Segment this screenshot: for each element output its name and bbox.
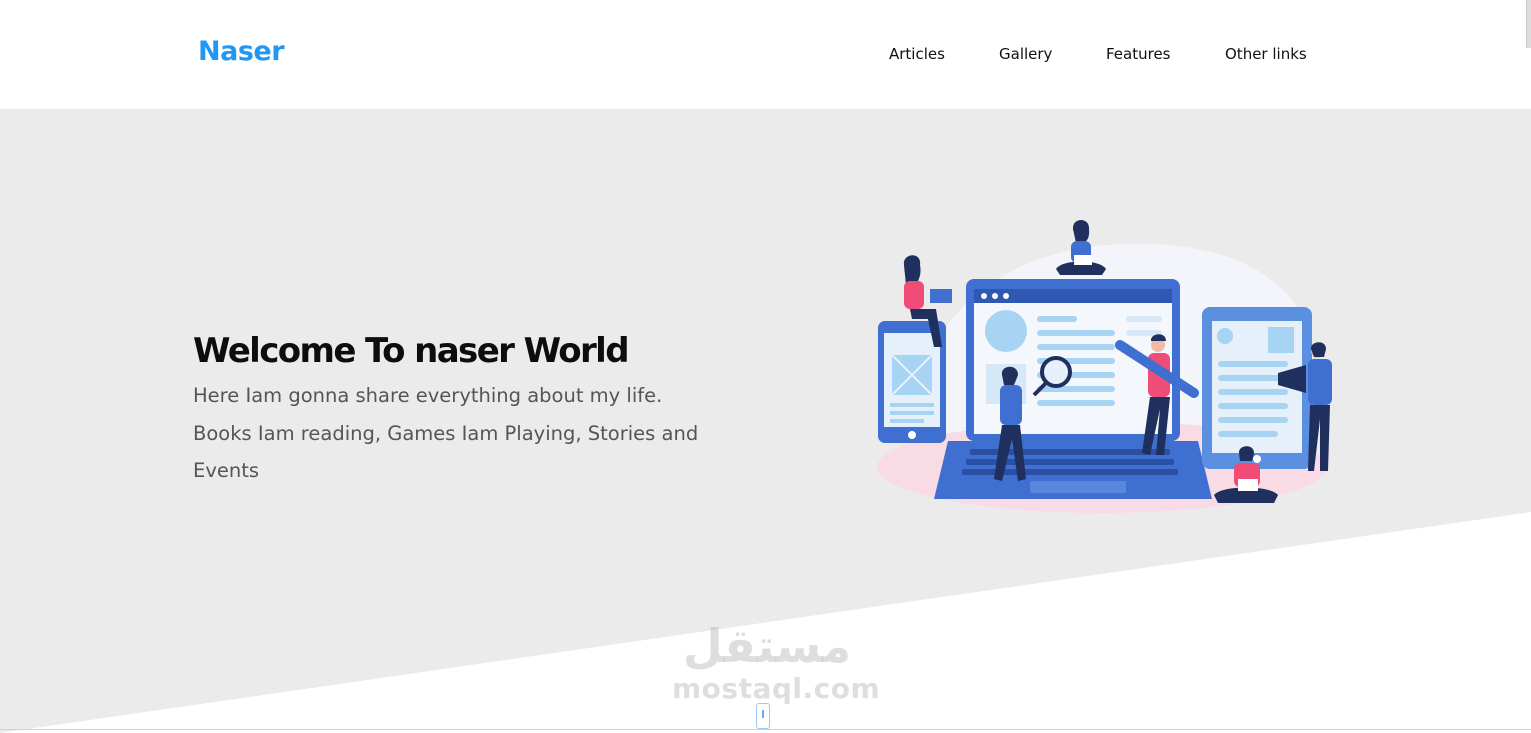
site-logo[interactable]: Naser: [198, 36, 285, 67]
nav-link-features[interactable]: Features: [1106, 45, 1171, 63]
hero-description: Here Iam gonna share everything about my…: [193, 384, 699, 482]
hero-title: Welcome To naser World: [193, 331, 630, 371]
nav-link-other-links[interactable]: Other links: [1225, 45, 1307, 63]
page: Naser Articles Gallery Features Other li…: [0, 0, 1531, 733]
nav-link-articles[interactable]: Articles: [889, 45, 945, 63]
site-header: Naser Articles Gallery Features Other li…: [0, 0, 1531, 109]
page-scrollbar[interactable]: [1526, 0, 1531, 48]
nav-link-gallery[interactable]: Gallery: [999, 45, 1052, 63]
watermark-latin: mostaql.com: [672, 672, 881, 705]
watermark-arabic: مستقل: [682, 619, 852, 673]
hero-illustration: [877, 220, 1332, 513]
bottom-divider: [0, 729, 1531, 730]
scroll-down-icon[interactable]: [756, 703, 770, 729]
